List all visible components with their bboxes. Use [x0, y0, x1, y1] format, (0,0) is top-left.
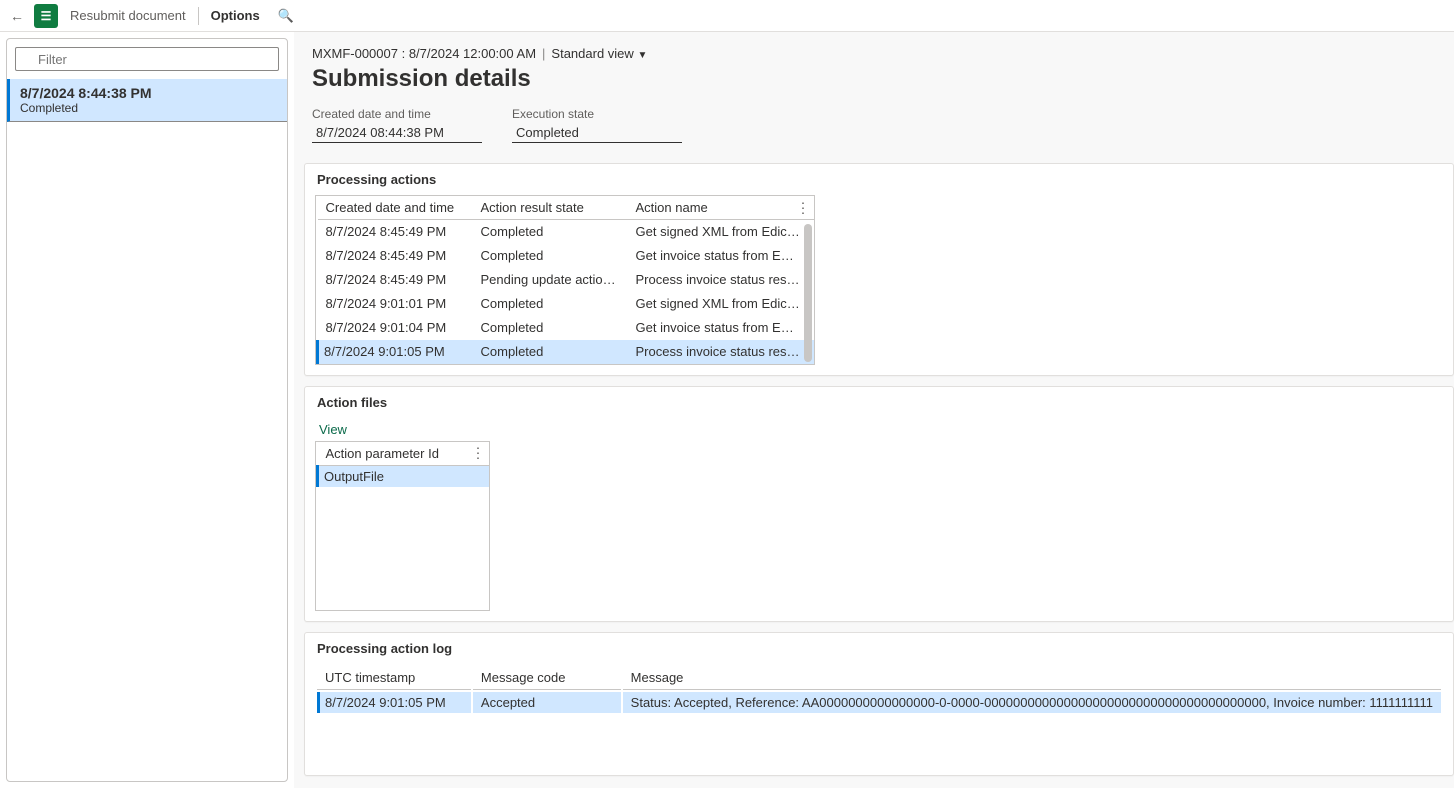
cell-state: Completed: [473, 220, 628, 244]
options-button[interactable]: Options: [205, 8, 266, 23]
processing-actions-grid[interactable]: Created date and timeAction result state…: [315, 195, 815, 365]
cell-param-id: OutputFile: [318, 465, 490, 487]
cell-state: Completed: [473, 292, 628, 316]
view-selector[interactable]: Standard view ▼: [551, 46, 647, 61]
cell-action: Get invoice status from E…: [628, 316, 815, 340]
cell-state: Completed: [473, 244, 628, 268]
action-log-title: Processing action log: [305, 633, 1453, 664]
action-files-grid[interactable]: Action parameter Id⋮ OutputFile: [315, 441, 490, 611]
state-label: Execution state: [512, 107, 682, 121]
state-value[interactable]: Completed: [512, 123, 682, 143]
table-row[interactable]: 8/7/2024 8:45:49 PM Completed Get signed…: [318, 220, 815, 244]
cell-action: Get signed XML from Edic…: [628, 220, 815, 244]
more-icon[interactable]: ⋮: [796, 199, 810, 216]
back-button[interactable]: ←: [6, 5, 28, 27]
column-header[interactable]: UTC timestamp: [317, 666, 471, 690]
breadcrumb: MXMF-000007 : 8/7/2024 12:00:00 AM | Sta…: [312, 46, 1436, 61]
processing-actions-panel: Processing actions Created date and time…: [304, 163, 1454, 376]
filter-input[interactable]: [15, 47, 279, 71]
cell-datetime: 8/7/2024 9:01:04 PM: [318, 316, 473, 340]
cell-action: Process invoice status res…: [628, 340, 815, 364]
cell-state: Completed: [473, 316, 628, 340]
scrollbar[interactable]: [804, 224, 812, 362]
column-header[interactable]: Message code: [473, 666, 621, 690]
cell-action: Process invoice status res…: [628, 268, 815, 292]
column-header[interactable]: Message: [623, 666, 1441, 690]
cell-state: Completed: [473, 340, 628, 364]
table-row[interactable]: 8/7/2024 9:01:04 PM Completed Get invoic…: [318, 316, 815, 340]
cell-datetime: 8/7/2024 9:01:05 PM: [318, 340, 473, 364]
column-header[interactable]: Action name⋮: [628, 196, 815, 220]
table-row[interactable]: 8/7/2024 9:01:05 PM Completed Process in…: [318, 340, 815, 364]
search-icon[interactable]: 🔍: [272, 8, 300, 24]
cell-datetime: 8/7/2024 8:45:49 PM: [318, 220, 473, 244]
list-item-status: Completed: [20, 101, 277, 115]
cell-state: Pending update actions e…: [473, 268, 628, 292]
page-title: Submission details: [312, 65, 1436, 93]
app-button[interactable]: ☰: [34, 4, 58, 28]
processing-action-log-panel: Processing action log UTC timestampMessa…: [304, 632, 1454, 776]
action-files-panel: Action files View Action parameter Id⋮ O…: [304, 386, 1454, 622]
toolbar-divider: [198, 7, 199, 25]
table-row[interactable]: 8/7/2024 9:01:05 PM Accepted Status: Acc…: [317, 692, 1441, 713]
column-header[interactable]: Action result state: [473, 196, 628, 220]
list-item-timestamp: 8/7/2024 8:44:38 PM: [20, 85, 277, 101]
processing-actions-title: Processing actions: [305, 164, 1453, 195]
view-label: Standard view: [551, 46, 633, 61]
cell-datetime: 8/7/2024 8:45:49 PM: [318, 244, 473, 268]
table-row[interactable]: OutputFile: [318, 465, 490, 487]
table-row[interactable]: 8/7/2024 9:01:01 PM Completed Get signed…: [318, 292, 815, 316]
view-link[interactable]: View: [305, 418, 1453, 441]
action-log-grid[interactable]: UTC timestampMessage codeMessage 8/7/202…: [315, 664, 1443, 715]
action-files-title: Action files: [305, 387, 1453, 418]
column-header[interactable]: Created date and time: [318, 196, 473, 220]
chevron-down-icon: ▼: [637, 50, 647, 61]
resubmit-document-button[interactable]: Resubmit document: [64, 8, 192, 23]
table-row[interactable]: 8/7/2024 8:45:49 PM Pending update actio…: [318, 268, 815, 292]
list-item[interactable]: 8/7/2024 8:44:38 PM Completed: [7, 79, 287, 122]
cell-message: Status: Accepted, Reference: AA000000000…: [623, 692, 1441, 713]
created-value[interactable]: 8/7/2024 08:44:38 PM: [312, 123, 482, 143]
cell-action: Get invoice status from E…: [628, 244, 815, 268]
cell-timestamp: 8/7/2024 9:01:05 PM: [317, 692, 471, 713]
created-label: Created date and time: [312, 107, 482, 121]
cell-datetime: 8/7/2024 8:45:49 PM: [318, 268, 473, 292]
cell-action: Get signed XML from Edic…: [628, 292, 815, 316]
cell-code: Accepted: [473, 692, 621, 713]
breadcrumb-doc: MXMF-000007 : 8/7/2024 12:00:00 AM: [312, 46, 536, 61]
menu-icon: ☰: [41, 9, 52, 23]
column-header[interactable]: Action parameter Id⋮: [318, 442, 490, 466]
top-toolbar: ← ☰ Resubmit document Options 🔍: [0, 0, 1454, 32]
submission-list-panel: 🔍 8/7/2024 8:44:38 PM Completed: [6, 38, 288, 782]
table-row[interactable]: 8/7/2024 8:45:49 PM Completed Get invoic…: [318, 244, 815, 268]
more-icon[interactable]: ⋮: [471, 445, 485, 462]
cell-datetime: 8/7/2024 9:01:01 PM: [318, 292, 473, 316]
breadcrumb-separator: |: [542, 46, 545, 61]
main-content: MXMF-000007 : 8/7/2024 12:00:00 AM | Sta…: [294, 32, 1454, 788]
